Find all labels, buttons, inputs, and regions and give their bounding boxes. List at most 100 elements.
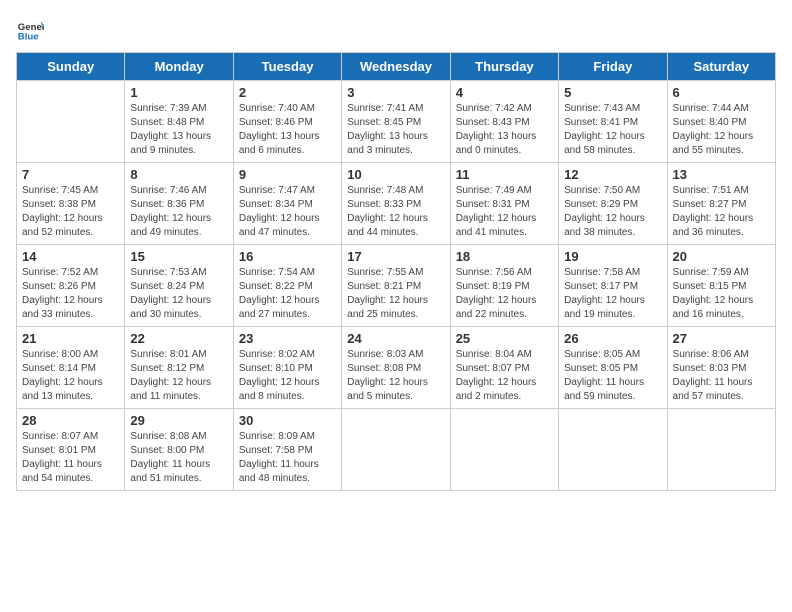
calendar-cell: 22Sunrise: 8:01 AM Sunset: 8:12 PM Dayli… — [125, 327, 233, 409]
day-info: Sunrise: 7:47 AM Sunset: 8:34 PM Dayligh… — [239, 184, 336, 240]
day-number: 26 — [564, 331, 661, 346]
day-number: 13 — [673, 167, 770, 182]
day-number: 30 — [239, 413, 336, 428]
day-number: 10 — [347, 167, 444, 182]
calendar-cell: 10Sunrise: 7:48 AM Sunset: 8:33 PM Dayli… — [342, 163, 450, 245]
calendar-cell: 24 Sunrise: 8:03 AM Sunset: 8:08 PM Dayli… — [342, 327, 450, 409]
day-number: 18 — [456, 249, 553, 264]
day-info: Sunrise: 7:45 AM Sunset: 8:38 PM Dayligh… — [22, 184, 119, 240]
day-info: Sunrise: 7:59 AM Sunset: 8:15 PM Dayligh… — [673, 266, 770, 322]
calendar-cell: 21 Sunrise: 8:00 AM Sunset: 8:14 PM Dayli… — [17, 327, 125, 409]
day-info: Sunrise: 7:54 AM Sunset: 8:22 PM Dayligh… — [239, 266, 336, 322]
day-number: 5 — [564, 85, 661, 100]
calendar-cell: 23 Sunrise: 8:02 AM Sunset: 8:10 PM Dayli… — [233, 327, 341, 409]
calendar-header-row: SundayMondayTuesdayWednesdayThursdayFrid… — [17, 53, 776, 81]
calendar-cell: 19 Sunrise: 7:58 AM Sunset: 8:17 PM Dayli… — [559, 245, 667, 327]
day-number: 7 — [22, 167, 119, 182]
day-of-week-header: Monday — [125, 53, 233, 81]
calendar-cell — [342, 409, 450, 491]
calendar-table: SundayMondayTuesdayWednesdayThursdayFrid… — [16, 52, 776, 491]
calendar-week-row: 14 Sunrise: 7:52 AM Sunset: 8:26 PM Dayli… — [17, 245, 776, 327]
calendar-cell: 15 Sunrise: 7:53 AM Sunset: 8:24 PM Dayli… — [125, 245, 233, 327]
calendar-cell: 12 Sunrise: 7:50 AM Sunset: 8:29 PM Dayli… — [559, 163, 667, 245]
calendar-cell: 30 Sunrise: 8:09 AM Sunset: 7:58 PM Dayli… — [233, 409, 341, 491]
calendar-cell: 26 Sunrise: 8:05 AM Sunset: 8:05 PM Dayli… — [559, 327, 667, 409]
day-number: 27 — [673, 331, 770, 346]
calendar-cell: 16 Sunrise: 7:54 AM Sunset: 8:22 PM Dayli… — [233, 245, 341, 327]
day-info: Sunrise: 8:08 AM Sunset: 8:00 PM Dayligh… — [130, 430, 227, 486]
calendar-week-row: 7 Sunrise: 7:45 AM Sunset: 8:38 PM Daylig… — [17, 163, 776, 245]
day-number: 1 — [130, 85, 227, 100]
day-info: Sunrise: 7:50 AM Sunset: 8:29 PM Dayligh… — [564, 184, 661, 240]
day-number: 11 — [456, 167, 553, 182]
day-info: Sunrise: 8:01 AM Sunset: 8:12 PM Dayligh… — [130, 348, 227, 404]
day-number: 12 — [564, 167, 661, 182]
day-info: Sunrise: 7:53 AM Sunset: 8:24 PM Dayligh… — [130, 266, 227, 322]
day-info: Sunrise: 7:49 AM Sunset: 8:31 PM Dayligh… — [456, 184, 553, 240]
calendar-cell — [559, 409, 667, 491]
day-number: 24 — [347, 331, 444, 346]
day-info: Sunrise: 8:03 AM Sunset: 8:08 PM Dayligh… — [347, 348, 444, 404]
calendar-cell: 20Sunrise: 7:59 AM Sunset: 8:15 PM Dayli… — [667, 245, 775, 327]
day-of-week-header: Wednesday — [342, 53, 450, 81]
day-number: 19 — [564, 249, 661, 264]
calendar-cell — [450, 409, 558, 491]
calendar-cell: 14 Sunrise: 7:52 AM Sunset: 8:26 PM Dayli… — [17, 245, 125, 327]
day-info: Sunrise: 7:58 AM Sunset: 8:17 PM Dayligh… — [564, 266, 661, 322]
day-info: Sunrise: 8:02 AM Sunset: 8:10 PM Dayligh… — [239, 348, 336, 404]
day-number: 6 — [673, 85, 770, 100]
day-of-week-header: Saturday — [667, 53, 775, 81]
calendar-week-row: 28 Sunrise: 8:07 AM Sunset: 8:01 PM Dayli… — [17, 409, 776, 491]
day-number: 4 — [456, 85, 553, 100]
calendar-cell: 28 Sunrise: 8:07 AM Sunset: 8:01 PM Dayli… — [17, 409, 125, 491]
day-number: 23 — [239, 331, 336, 346]
calendar-cell: 29 Sunrise: 8:08 AM Sunset: 8:00 PM Dayli… — [125, 409, 233, 491]
day-number: 17 — [347, 249, 444, 264]
day-number: 9 — [239, 167, 336, 182]
day-info: Sunrise: 8:07 AM Sunset: 8:01 PM Dayligh… — [22, 430, 119, 486]
day-info: Sunrise: 7:40 AM Sunset: 8:46 PM Dayligh… — [239, 102, 336, 158]
day-number: 16 — [239, 249, 336, 264]
calendar-cell: 1 Sunrise: 7:39 AM Sunset: 8:48 PM Daylig… — [125, 81, 233, 163]
calendar-cell: 11 Sunrise: 7:49 AM Sunset: 8:31 PM Dayli… — [450, 163, 558, 245]
day-info: Sunrise: 7:52 AM Sunset: 8:26 PM Dayligh… — [22, 266, 119, 322]
calendar-cell: 2 Sunrise: 7:40 AM Sunset: 8:46 PM Daylig… — [233, 81, 341, 163]
day-of-week-header: Sunday — [17, 53, 125, 81]
svg-text:Blue: Blue — [18, 32, 39, 43]
day-info: Sunrise: 7:42 AM Sunset: 8:43 PM Dayligh… — [456, 102, 553, 158]
calendar-cell: 4 Sunrise: 7:42 AM Sunset: 8:43 PM Daylig… — [450, 81, 558, 163]
calendar-cell — [17, 81, 125, 163]
day-info: Sunrise: 7:39 AM Sunset: 8:48 PM Dayligh… — [130, 102, 227, 158]
day-number: 25 — [456, 331, 553, 346]
day-info: Sunrise: 7:43 AM Sunset: 8:41 PM Dayligh… — [564, 102, 661, 158]
day-info: Sunrise: 7:55 AM Sunset: 8:21 PM Dayligh… — [347, 266, 444, 322]
day-of-week-header: Tuesday — [233, 53, 341, 81]
logo: General Blue — [16, 16, 48, 44]
day-info: Sunrise: 8:05 AM Sunset: 8:05 PM Dayligh… — [564, 348, 661, 404]
day-info: Sunrise: 7:44 AM Sunset: 8:40 PM Dayligh… — [673, 102, 770, 158]
calendar-cell — [667, 409, 775, 491]
logo-icon: General Blue — [16, 16, 44, 44]
day-info: Sunrise: 8:09 AM Sunset: 7:58 PM Dayligh… — [239, 430, 336, 486]
day-number: 2 — [239, 85, 336, 100]
day-number: 3 — [347, 85, 444, 100]
day-number: 14 — [22, 249, 119, 264]
calendar-cell: 18Sunrise: 7:56 AM Sunset: 8:19 PM Dayli… — [450, 245, 558, 327]
calendar-cell: 17 Sunrise: 7:55 AM Sunset: 8:21 PM Dayli… — [342, 245, 450, 327]
calendar-week-row: 1 Sunrise: 7:39 AM Sunset: 8:48 PM Daylig… — [17, 81, 776, 163]
day-info: Sunrise: 8:06 AM Sunset: 8:03 PM Dayligh… — [673, 348, 770, 404]
day-number: 28 — [22, 413, 119, 428]
calendar-cell: 13Sunrise: 7:51 AM Sunset: 8:27 PM Dayli… — [667, 163, 775, 245]
day-number: 29 — [130, 413, 227, 428]
calendar-cell: 9 Sunrise: 7:47 AM Sunset: 8:34 PM Daylig… — [233, 163, 341, 245]
calendar-cell: 7 Sunrise: 7:45 AM Sunset: 8:38 PM Daylig… — [17, 163, 125, 245]
calendar-cell: 25Sunrise: 8:04 AM Sunset: 8:07 PM Dayli… — [450, 327, 558, 409]
calendar-week-row: 21 Sunrise: 8:00 AM Sunset: 8:14 PM Dayli… — [17, 327, 776, 409]
day-number: 21 — [22, 331, 119, 346]
day-number: 8 — [130, 167, 227, 182]
day-info: Sunrise: 8:00 AM Sunset: 8:14 PM Dayligh… — [22, 348, 119, 404]
day-number: 15 — [130, 249, 227, 264]
calendar-cell: 3Sunrise: 7:41 AM Sunset: 8:45 PM Daylig… — [342, 81, 450, 163]
calendar-cell: 5 Sunrise: 7:43 AM Sunset: 8:41 PM Daylig… — [559, 81, 667, 163]
calendar-cell: 8Sunrise: 7:46 AM Sunset: 8:36 PM Daylig… — [125, 163, 233, 245]
